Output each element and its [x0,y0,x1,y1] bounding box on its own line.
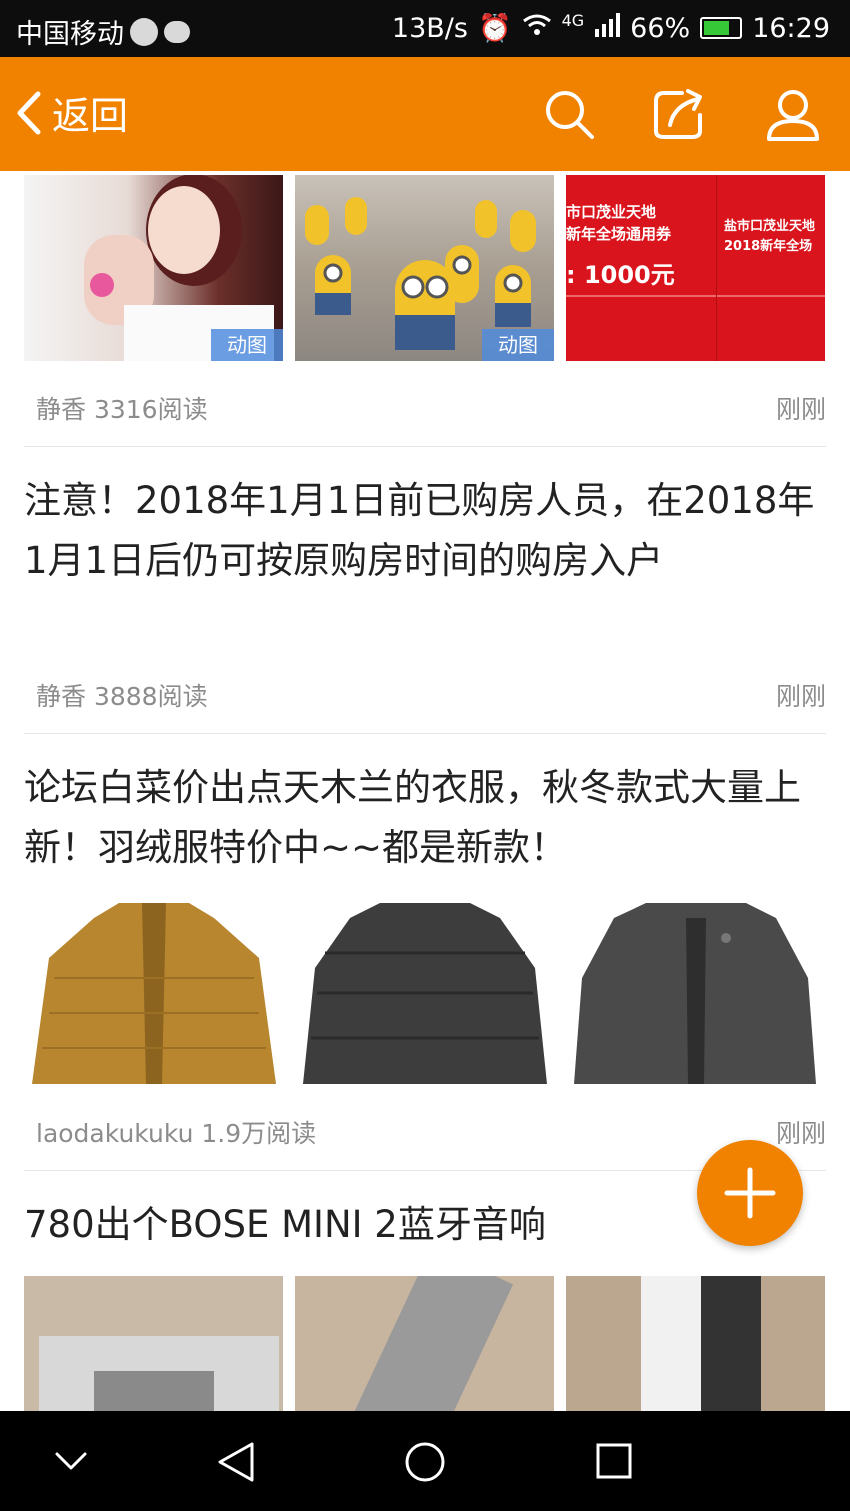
coupon-right1: 盐市口茂业天地 [724,219,816,234]
search-icon[interactable] [542,87,596,141]
divider [24,733,826,734]
coupon-line2: 新年全场通用券 [566,225,672,243]
post-meta: 静香 3316阅读 刚刚 [36,390,826,426]
author-reads: laodakukuku 1.9万阅读 [36,1119,317,1148]
chevron-down-icon[interactable] [54,1451,88,1473]
post-image-jacket-brown[interactable] [24,898,283,1084]
post-meta: 静香 3888阅读 刚刚 [36,677,826,713]
network-type: 4G [561,10,585,30]
chat-notification-icon [164,20,190,43]
app-notification-icon [130,17,158,46]
top-nav-bar: 返回 [0,57,850,171]
new-post-button[interactable] [697,1140,803,1246]
gif-tag: 动图 [211,329,283,361]
alarm-icon: ⏰ [477,13,512,44]
signal-icon [594,12,621,44]
coupon-right2: 2018新年全场 [724,239,813,254]
author-reads: 静香 3316阅读 [36,395,208,424]
post-image-row[interactable] [24,1276,825,1411]
post-time: 刚刚 [775,682,826,711]
post-time: 刚刚 [775,395,826,424]
back-triangle-icon[interactable] [216,1441,256,1483]
post-title[interactable]: 注意！2018年1月1日前已购房人员，在2018年1月1日后仍可按原购房时间的购… [24,471,824,591]
carrier-label: 中国移动 [16,19,124,50]
home-circle-icon[interactable] [404,1441,446,1483]
post-image-speaker-box[interactable] [24,1276,283,1411]
gif-tag: 动图 [482,329,554,361]
coupon-value: : 1000元 [566,261,675,289]
battery-percent: 66% [630,12,691,44]
wifi-icon [522,13,552,44]
jacket-illustration [303,903,547,1084]
author-reads: 静香 3888阅读 [36,682,208,711]
recents-square-icon[interactable] [595,1442,633,1480]
coupon-line1: 市口茂业天地 [566,203,657,221]
status-bar: 中国移动 13B/s ⏰ 4G 66% 16:29 [0,0,850,57]
post-title[interactable]: 论坛白菜价出点天木兰的衣服，秋冬款式大量上新！羽绒服特价中~~都是新款！ [24,758,824,878]
post-image-girl[interactable]: 动图 [24,175,283,361]
battery-icon [700,17,743,39]
chevron-left-icon [17,91,41,134]
back-button[interactable]: 返回 [14,85,128,140]
post-image-speaker[interactable] [295,1276,554,1411]
post-image-row[interactable]: 动图 动图 市口茂业天地 新年全场通用券: 1000元 盐市口茂业天地 201… [24,175,825,361]
profile-icon[interactable] [766,87,820,141]
jacket-illustration [574,903,816,1084]
plus-icon [724,1167,776,1219]
network-speed: 13B/s [391,12,468,44]
post-image-minions[interactable]: 动图 [295,175,554,361]
clock: 16:29 [752,12,830,44]
share-icon[interactable] [652,87,706,141]
post-image-coupon[interactable]: 市口茂业天地 新年全场通用券 : 1000元 盐市口茂业天地 2018新年全场 [566,175,825,361]
post-image-speaker-label[interactable] [566,1276,825,1411]
system-nav-bar [0,1411,850,1511]
post-image-jacket-gray[interactable] [566,898,825,1084]
post-image-row[interactable] [24,898,825,1084]
jacket-illustration [32,903,276,1084]
post-image-jacket-black[interactable] [295,898,554,1084]
divider [24,446,826,447]
back-label: 返回 [52,94,129,138]
